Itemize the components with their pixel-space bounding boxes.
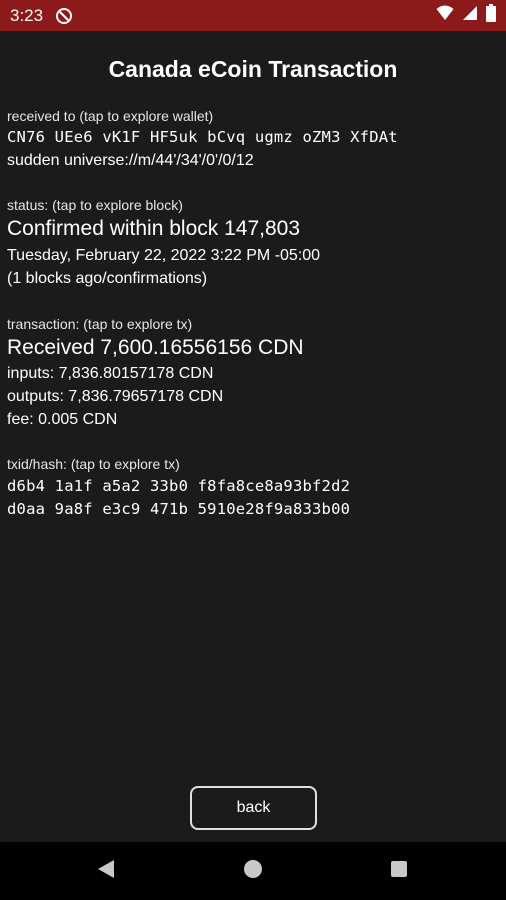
status-headline[interactable]: Confirmed within block 147,803 — [7, 217, 300, 241]
hash-line-1[interactable]: d6b4 1a1f a5a2 33b0 f8fa8ce8a93bf2d2 — [7, 477, 350, 495]
system-nav-bar — [0, 842, 506, 900]
nav-recents-button[interactable] — [369, 842, 429, 900]
status-datetime: Tuesday, February 22, 2022 3:22 PM -05:0… — [7, 247, 321, 264]
hash-label: txid/hash: (tap to explore tx) — [7, 456, 180, 472]
notification-blocked-icon — [55, 7, 73, 25]
transaction-inputs: inputs: 7,836.80157178 CDN — [7, 365, 214, 382]
transaction-label: transaction: (tap to explore tx) — [7, 316, 193, 332]
page-title: Canada eCoin Transaction — [108, 56, 398, 82]
transaction-headline[interactable]: Received 7,600.16556156 CDN — [7, 336, 304, 360]
cellular-signal-icon — [462, 5, 478, 26]
wallet-address[interactable]: CN76 UEe6 vK1F HF5uk bCvq ugmz oZM3 XfDA… — [7, 128, 398, 146]
back-triangle-icon — [97, 859, 115, 884]
home-circle-icon — [243, 859, 263, 884]
hash-line-2[interactable]: d0aa 9a8f e3c9 471b 5910e28f9a833b00 — [7, 500, 350, 518]
transaction-outputs: outputs: 7,836.79657178 CDN — [7, 388, 224, 405]
status-label: status: (tap to explore block) — [7, 197, 183, 213]
battery-icon — [486, 4, 496, 27]
status-confirmations: (1 blocks ago/confirmations) — [7, 270, 208, 287]
nav-back-button[interactable] — [76, 842, 136, 900]
recents-square-icon — [390, 860, 408, 883]
nav-home-button[interactable] — [223, 842, 283, 900]
status-bar: 3:23 — [0, 0, 506, 31]
wifi-icon — [436, 5, 454, 26]
back-button[interactable]: back — [190, 786, 317, 830]
wallet-path: sudden universe://m/44'/34'/0'/0/12 — [7, 152, 254, 169]
received-label: received to (tap to explore wallet) — [7, 108, 214, 124]
transaction-fee: fee: 0.005 CDN — [7, 411, 118, 428]
status-time: 3:23 — [10, 5, 44, 25]
